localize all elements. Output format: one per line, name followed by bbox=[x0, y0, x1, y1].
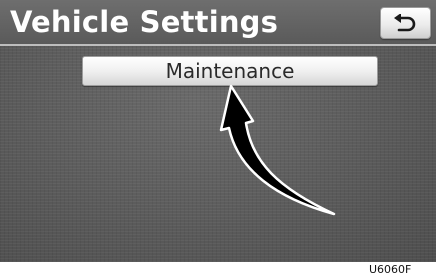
figure-code: U6060F bbox=[369, 263, 412, 276]
display-screen: Vehicle Settings Maintenance bbox=[0, 0, 436, 262]
curved-pointer-arrow-icon bbox=[219, 84, 336, 216]
